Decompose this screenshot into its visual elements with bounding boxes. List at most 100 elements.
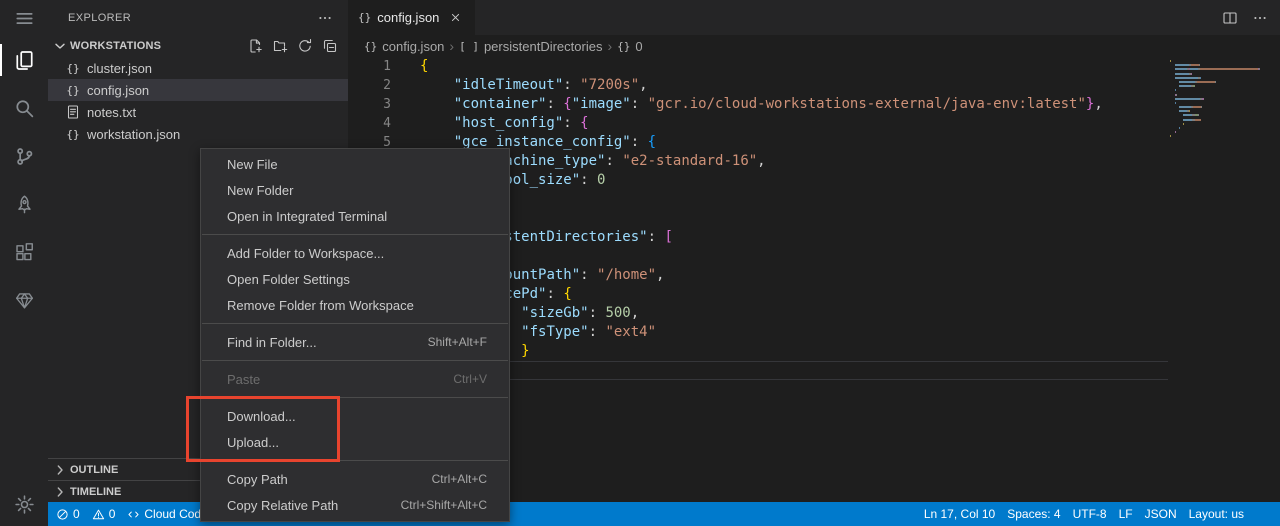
menu-shortcut: Ctrl+Alt+C xyxy=(432,472,487,486)
chevron-down-icon xyxy=(52,38,68,54)
rocket-icon xyxy=(14,194,35,215)
file-label: cluster.json xyxy=(87,61,152,76)
breadcrumb-item-persistentdirectories[interactable]: [ ]persistentDirectories xyxy=(459,39,602,54)
activity-source-control[interactable] xyxy=(0,132,48,180)
json-icon: {} xyxy=(65,62,81,75)
json-icon: {} xyxy=(65,128,81,141)
file-label: notes.txt xyxy=(87,105,136,120)
breadcrumb-item-0[interactable]: {}0 xyxy=(617,39,642,54)
menu-item-remove-folder-from-workspace[interactable]: Remove Folder from Workspace xyxy=(201,292,509,318)
activity-extensions[interactable] xyxy=(0,228,48,276)
status-cursor-position[interactable]: Ln 17, Col 10 xyxy=(918,502,1001,526)
menu-shortcut: Ctrl+Shift+Alt+C xyxy=(401,498,487,512)
activity-explorer[interactable] xyxy=(0,36,48,84)
chevron-right-icon xyxy=(52,484,68,500)
search-icon xyxy=(14,98,35,119)
activity-manage[interactable] xyxy=(0,484,48,524)
menu-shortcut: Ctrl+V xyxy=(453,372,487,386)
menu-item-add-folder-to-workspace[interactable]: Add Folder to Workspace... xyxy=(201,240,509,266)
refresh-explorer-button[interactable] xyxy=(297,38,313,54)
code-line-4[interactable]: 4 "host_config": { xyxy=(348,114,1168,133)
workspace-folder-label: WORKSTATIONS xyxy=(70,40,247,52)
section-label: TIMELINE xyxy=(70,486,121,498)
symbol-icon: {} xyxy=(617,40,630,53)
minimap[interactable] xyxy=(1170,60,1266,140)
extensions-icon xyxy=(14,242,35,263)
tab-bar: {} config.json xyxy=(348,0,1280,35)
menu-item-copy-path[interactable]: Copy PathCtrl+Alt+C xyxy=(201,466,509,492)
workspace-folder-header[interactable]: WORKSTATIONS xyxy=(48,35,348,57)
code-line-1[interactable]: 1{ xyxy=(348,57,1168,76)
json-file-icon: {} xyxy=(358,11,371,24)
split-editor-button[interactable] xyxy=(1220,8,1240,28)
cloud-workstations-editor: EXPLORER WORKSTATIONS {}cluster.json{}co… xyxy=(0,0,1280,526)
code-line-2[interactable]: 2 "idleTimeout": "7200s", xyxy=(348,76,1168,95)
menu-item-find-in-folder[interactable]: Find in Folder...Shift+Alt+F xyxy=(201,329,509,355)
activity-search[interactable] xyxy=(0,84,48,132)
menu-item-new-file[interactable]: New File xyxy=(201,151,509,177)
sidebar-header: EXPLORER xyxy=(48,0,348,35)
menu-separator xyxy=(202,323,508,324)
line-number: 2 xyxy=(348,76,420,95)
line-number: 1 xyxy=(348,57,420,76)
new-file-button[interactable] xyxy=(247,38,263,54)
breadcrumb-separator: › xyxy=(447,38,456,54)
symbol-icon: [ ] xyxy=(459,40,479,53)
menu-separator xyxy=(202,234,508,235)
code-line-3[interactable]: 3 "container": {"image": "gcr.io/cloud-w… xyxy=(348,95,1168,114)
explorer-context-menu: New FileNew FolderOpen in Integrated Ter… xyxy=(200,148,510,522)
menu-separator xyxy=(202,397,508,398)
status-encoding[interactable]: UTF-8 xyxy=(1067,502,1113,526)
file-item-cluster-json[interactable]: {} cluster.json xyxy=(48,57,348,79)
file-label: workstation.json xyxy=(87,127,180,142)
status-eol[interactable]: LF xyxy=(1113,502,1139,526)
code-icon xyxy=(127,508,140,521)
menu-icon xyxy=(14,8,35,29)
explorer-more-actions-button[interactable] xyxy=(314,7,336,29)
activity-menu[interactable] xyxy=(0,0,48,36)
json-icon: {} xyxy=(65,84,81,97)
symbol-icon: {} xyxy=(364,40,377,53)
menu-separator xyxy=(202,360,508,361)
more-editor-actions-button[interactable] xyxy=(1250,8,1270,28)
status-keyboard-layout[interactable]: Layout: us xyxy=(1183,502,1250,526)
menu-item-new-folder[interactable]: New Folder xyxy=(201,177,509,203)
file-label: config.json xyxy=(87,83,149,98)
file-item-workstation-json[interactable]: {} workstation.json xyxy=(48,123,348,145)
status-indentation[interactable]: Spaces: 4 xyxy=(1001,502,1066,526)
sidebar-title: EXPLORER xyxy=(68,12,314,24)
menu-shortcut: Shift+Alt+F xyxy=(428,335,487,349)
new-folder-button[interactable] xyxy=(272,38,288,54)
status-right-group: Ln 17, Col 10Spaces: 4UTF-8LFJSONLayout:… xyxy=(918,502,1280,526)
file-tree: {} cluster.json {} config.json notes.txt {} wo… xyxy=(48,57,348,145)
file-item-notes-txt[interactable]: notes.txt xyxy=(48,101,348,123)
menu-item-upload[interactable]: Upload... xyxy=(201,429,509,455)
error-icon xyxy=(56,508,69,521)
status-language-mode[interactable]: JSON xyxy=(1139,502,1183,526)
menu-item-open-in-integrated-terminal[interactable]: Open in Integrated Terminal xyxy=(201,203,509,229)
collapse-folders-button[interactable] xyxy=(322,38,338,54)
gear-icon xyxy=(14,494,35,515)
menu-separator xyxy=(202,460,508,461)
status-errors[interactable]: 0 xyxy=(50,502,86,526)
menu-item-paste[interactable]: PasteCtrl+V xyxy=(201,366,509,392)
editor-toolbar xyxy=(1220,0,1280,35)
activity-cloud-code[interactable] xyxy=(0,276,48,324)
activity-cloud-run[interactable] xyxy=(0,180,48,228)
close-icon[interactable] xyxy=(445,8,465,28)
menu-item-copy-relative-path[interactable]: Copy Relative PathCtrl+Shift+Alt+C xyxy=(201,492,509,518)
menu-item-download[interactable]: Download... xyxy=(201,403,509,429)
diamond-icon xyxy=(14,290,35,311)
activity-bar xyxy=(0,0,48,526)
breadcrumb: {}config.json›[ ]persistentDirectories›{… xyxy=(348,35,1280,57)
breadcrumb-item-config-json[interactable]: {}config.json xyxy=(364,39,444,54)
file-item-config-json[interactable]: {} config.json xyxy=(48,79,348,101)
text-file-icon xyxy=(65,104,81,120)
status-warnings[interactable]: 0 xyxy=(86,502,122,526)
source-control-icon xyxy=(14,146,35,167)
explorer-toolbar xyxy=(247,38,342,54)
line-number: 4 xyxy=(348,114,420,133)
chevron-right-icon xyxy=(52,462,68,478)
tab-config-json[interactable]: {} config.json xyxy=(348,0,475,35)
menu-item-open-folder-settings[interactable]: Open Folder Settings xyxy=(201,266,509,292)
